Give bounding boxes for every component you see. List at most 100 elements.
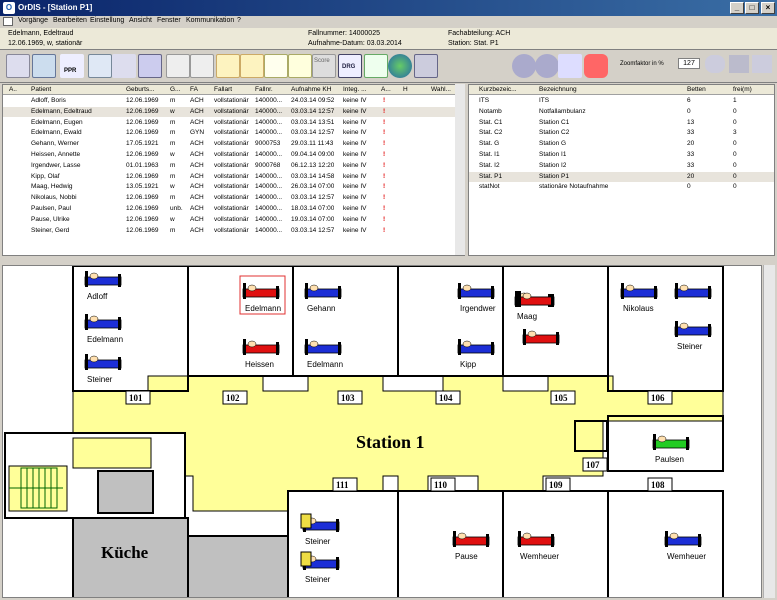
ambulance-icon[interactable] — [584, 54, 608, 78]
table-row[interactable]: Edelmann, Ewald 12.06.1969 m GYN vollstation… — [3, 128, 464, 139]
mymedia-icon[interactable] — [558, 54, 582, 78]
patients-scrollbar[interactable] — [455, 84, 465, 255]
col-fallart[interactable]: Fallart — [214, 86, 232, 93]
col-kurz[interactable]: Kurzbezeic... — [479, 86, 517, 93]
menu-vorgaenge[interactable]: Vorgänge — [18, 17, 48, 24]
bed-icon[interactable]: Paulsen — [652, 434, 690, 464]
zoom-out-icon[interactable] — [705, 55, 725, 73]
bed-icon[interactable]: Steiner — [674, 321, 712, 351]
table-row[interactable]: Stat. I2 Station I2 33 0 — [469, 161, 774, 172]
bed-icon[interactable]: Kipp — [457, 339, 495, 369]
help-a-icon[interactable] — [512, 54, 536, 78]
menu-einstellung[interactable]: Einstellung — [90, 17, 124, 24]
tools-icon[interactable] — [729, 55, 749, 73]
col-patient[interactable]: Patient — [31, 86, 51, 93]
bed-icon[interactable]: Heissen — [242, 339, 280, 369]
document-icon[interactable] — [112, 54, 136, 78]
room-105[interactable] — [502, 266, 609, 377]
table-row[interactable]: Stat. P1 Station P1 20 0 — [469, 171, 774, 183]
floor-plan: Küche Station 1 101 102 103 104 105 106 107 111… — [2, 265, 762, 598]
arrows-icon[interactable] — [752, 55, 772, 73]
bed-icon[interactable]: Irgendwer — [457, 283, 496, 313]
bed-icon[interactable]: Gehann — [304, 283, 342, 313]
table-row[interactable]: Nikolaus, Nobbi 12.06.1969 m ACH vollstation… — [3, 193, 464, 204]
pen-icon[interactable] — [364, 54, 388, 78]
table-row[interactable]: Paulsen, Paul 12.06.1969 unb. ACH vollstatio… — [3, 204, 464, 215]
clipboard-icon[interactable] — [300, 551, 312, 567]
bed-icon[interactable]: Wemheuer — [517, 531, 559, 561]
bed-icon[interactable] — [522, 329, 560, 345]
edit-icon[interactable] — [216, 54, 240, 78]
calendar-icon[interactable] — [32, 54, 56, 78]
clipboard-icon[interactable] — [300, 513, 312, 529]
col-geburt[interactable]: Geburts... — [126, 86, 155, 93]
transfer-icon[interactable] — [414, 54, 438, 78]
table-row[interactable]: Stat. C1 Station C1 13 0 — [469, 118, 774, 129]
bed-icon[interactable]: Edelmann — [242, 283, 281, 313]
maximize-button[interactable]: □ — [745, 2, 759, 14]
col-fa[interactable]: FA — [190, 86, 198, 93]
drg-button[interactable]: DRG — [338, 54, 362, 78]
col-fallnr[interactable]: Fallnr. — [255, 86, 273, 93]
bed-icon[interactable]: Pause — [452, 531, 490, 561]
table-row[interactable]: Stat. I1 Station I1 33 0 — [469, 150, 774, 161]
score-button[interactable]: Score — [312, 54, 336, 78]
help-b-icon[interactable] — [535, 54, 559, 78]
col-bezeichnung[interactable]: Bezeichnung — [539, 86, 577, 93]
menu-help[interactable]: ? — [237, 17, 241, 24]
bed-icon[interactable]: Adloff — [84, 271, 122, 301]
minimize-button[interactable]: _ — [730, 2, 744, 14]
room-104[interactable] — [397, 266, 504, 377]
table-row[interactable]: Stat. C2 Station C2 33 3 — [469, 128, 774, 139]
menu-ansicht[interactable]: Ansicht — [129, 17, 152, 24]
ppr-button[interactable]: PPR — [60, 54, 84, 78]
system-menu-icon[interactable] — [3, 17, 13, 26]
col-a2[interactable]: A... — [381, 86, 391, 93]
col-wahl[interactable]: Wahl... — [431, 86, 451, 93]
table-row[interactable]: statNot stationäre Notaufnahme 0 0 — [469, 182, 774, 193]
close-button[interactable]: × — [761, 2, 775, 14]
col-frei[interactable]: frei(m) — [733, 86, 752, 93]
col-betten[interactable]: Betten — [687, 86, 706, 93]
col-integ[interactable]: Integ. ... — [343, 86, 367, 93]
table-row[interactable]: ITS ITS 6 1 — [469, 96, 774, 107]
zoom-input[interactable]: 127 — [678, 58, 700, 69]
menu-fenster[interactable]: Fenster — [157, 17, 181, 24]
bed-icon[interactable]: Wemheuer — [664, 531, 706, 561]
query-icon[interactable] — [264, 54, 288, 78]
col-aufnahme[interactable]: Aufnahme KH — [291, 86, 331, 93]
table-row[interactable]: Edelmann, Edeltraud 12.06.1969 w ACH vollsta… — [3, 106, 464, 118]
table-row[interactable]: Stat. G Station G 20 0 — [469, 139, 774, 150]
scale-icon[interactable] — [288, 54, 312, 78]
table-row[interactable]: Gehann, Werner 17.05.1921 m ACH vollstationä… — [3, 139, 464, 150]
col-g[interactable]: G... — [170, 86, 180, 93]
notes-icon[interactable] — [240, 54, 264, 78]
bed-icon[interactable] — [674, 283, 712, 299]
window-title: OrDIS - [Station P1] — [18, 3, 93, 12]
table-row[interactable]: Irgendwer, Lasse 01.01.1963 m ACH vollstatio… — [3, 161, 464, 172]
table-row[interactable]: Notamb Notfallambulanz 0 0 — [469, 107, 774, 118]
bed-icon[interactable]: Nikolaus — [620, 283, 658, 313]
bed-icon[interactable]: Edelmann — [304, 339, 343, 369]
col-h[interactable]: H — [403, 86, 408, 93]
table-cell: Stat. P1 — [479, 172, 503, 180]
printer-icon[interactable] — [138, 54, 162, 78]
plan-scrollbar[interactable] — [763, 265, 775, 598]
table-row[interactable]: Edelmann, Eugen 12.06.1969 m ACH vollstation… — [3, 118, 464, 129]
list-icon[interactable] — [6, 54, 30, 78]
col-a[interactable]: A.. — [9, 86, 17, 93]
search-icon[interactable] — [88, 54, 112, 78]
bed-icon[interactable]: Edelmann — [84, 314, 123, 344]
table-row[interactable]: Maag, Hedwig 13.05.1921 w ACH vollstationär 1… — [3, 182, 464, 193]
form-icon[interactable] — [166, 54, 190, 78]
table-row[interactable]: Pause, Ulrike 12.06.1969 w ACH vollstationär… — [3, 215, 464, 226]
table-row[interactable]: Adloff, Boris 12.06.1969 m ACH vollstationär… — [3, 96, 464, 107]
globe-icon[interactable] — [388, 54, 412, 78]
table-row[interactable]: Heissen, Annette 12.06.1969 w ACH vollstatio… — [3, 150, 464, 161]
table-row[interactable]: Steiner, Gerd 12.06.1969 m ACH vollstationär… — [3, 226, 464, 237]
menu-kommunikation[interactable]: Kommunikation — [186, 17, 234, 24]
form2-icon[interactable] — [190, 54, 214, 78]
menu-bearbeiten[interactable]: Bearbeiten — [53, 17, 87, 24]
bed-icon[interactable]: Steiner — [84, 354, 122, 384]
table-row[interactable]: Kipp, Olaf 12.06.1969 m ACH vollstationär 140… — [3, 172, 464, 183]
